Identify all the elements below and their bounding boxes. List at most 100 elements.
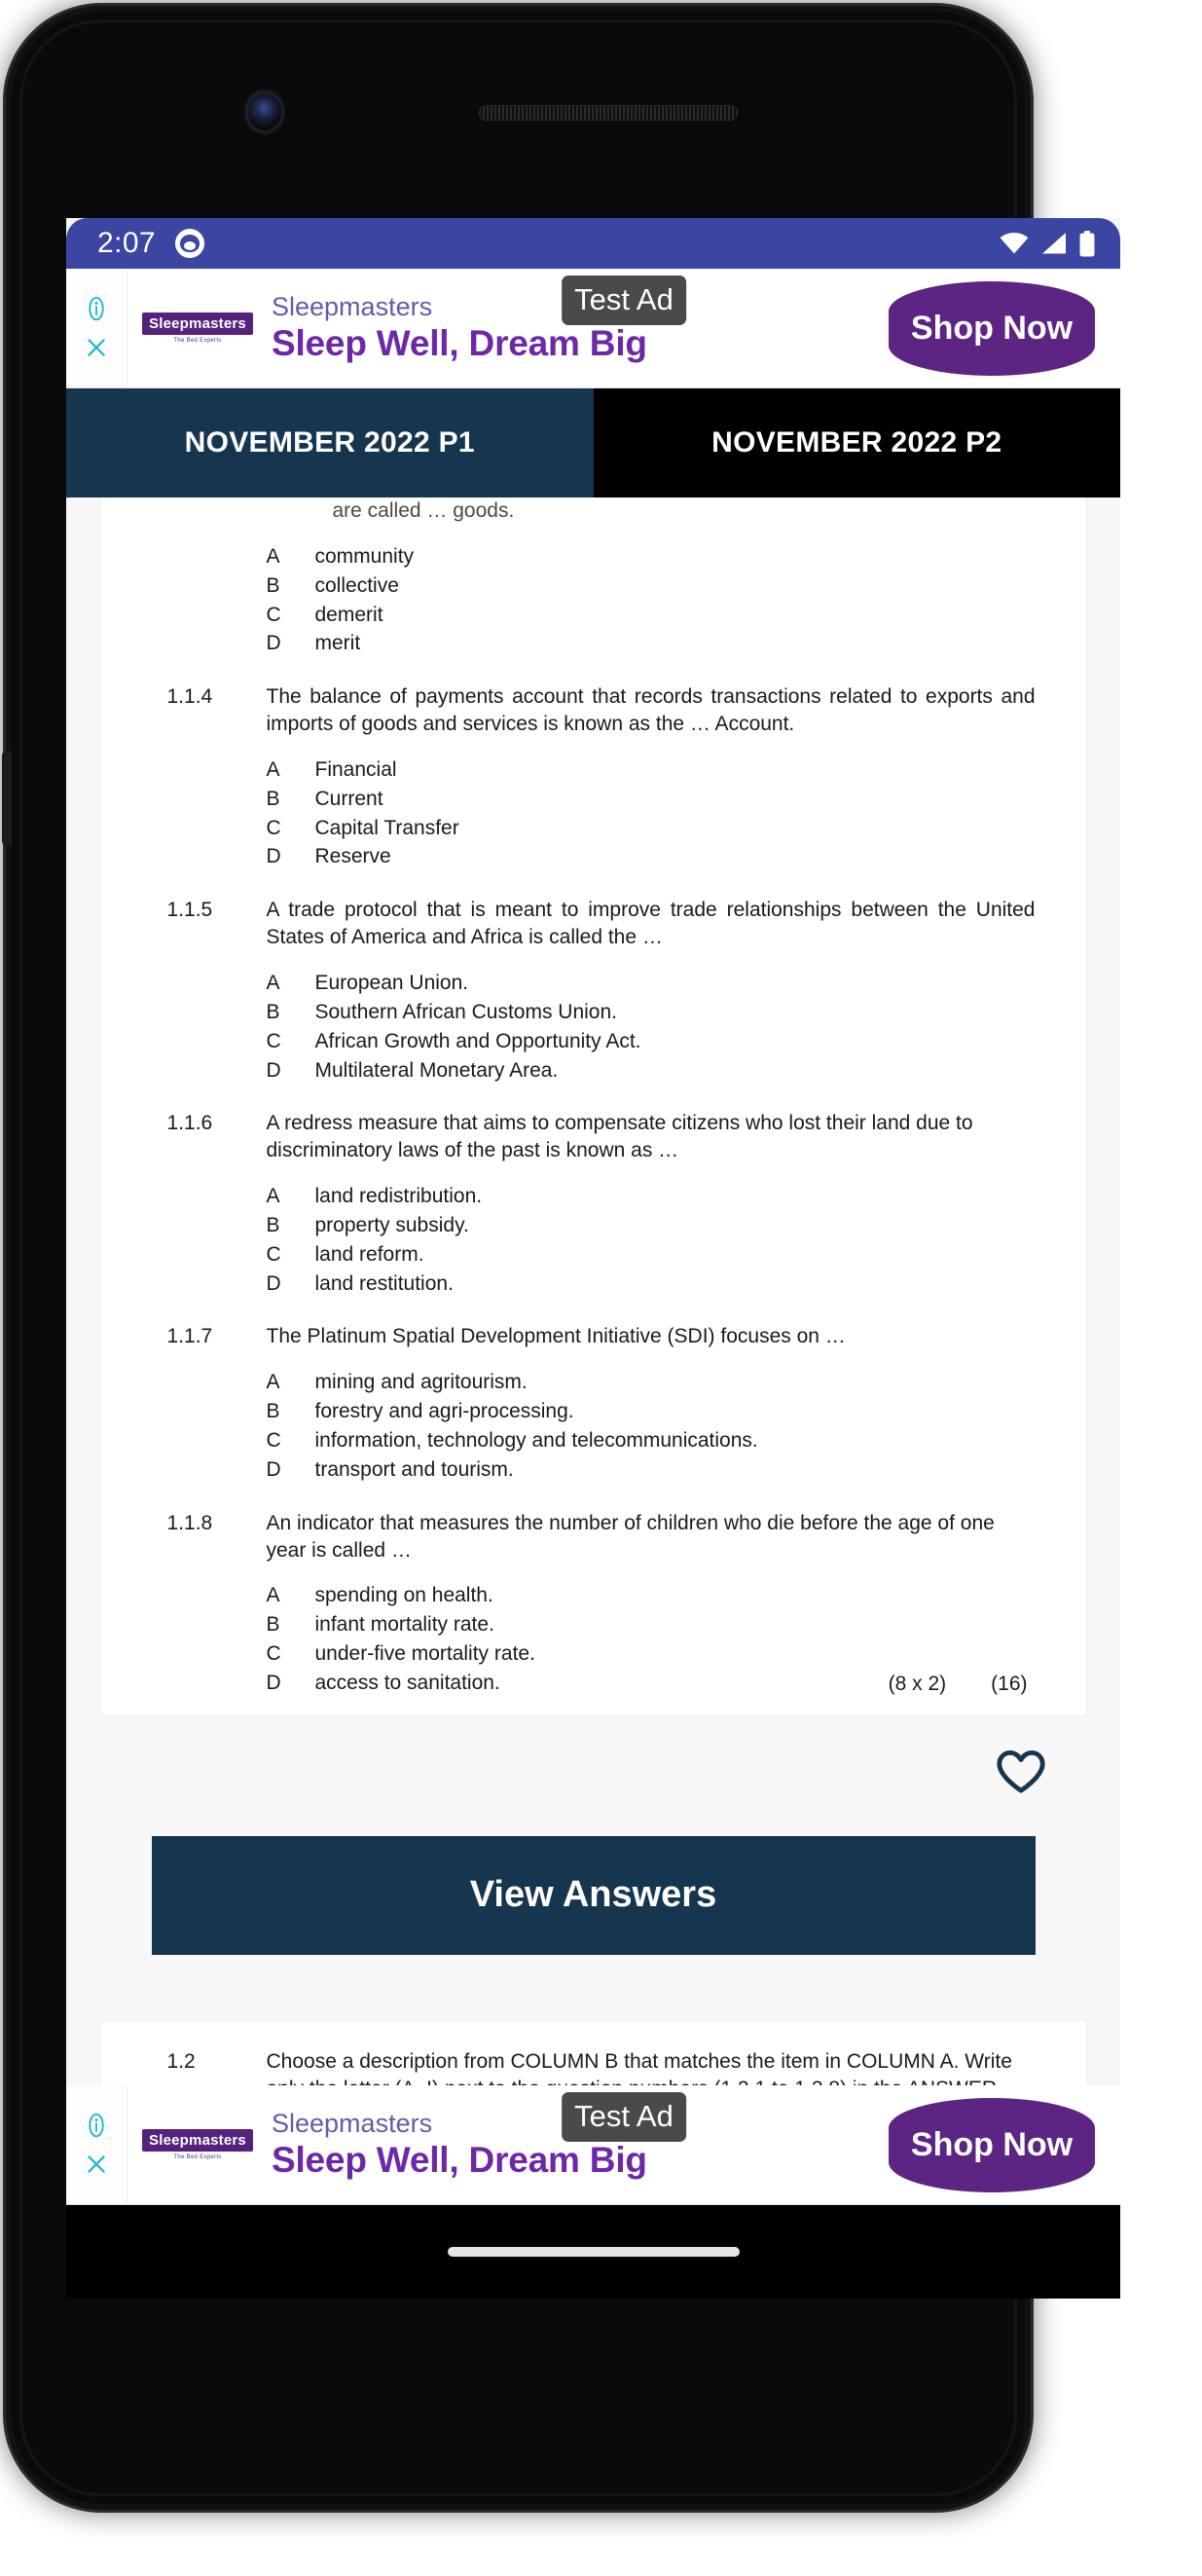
advertiser-logo-name: Sleepmasters <box>142 2129 253 2152</box>
exam-page-1-body: are called … goods. A community B collec… <box>100 497 1086 1715</box>
tab-november-2022-p1[interactable]: NOVEMBER 2022 P1 <box>66 388 594 497</box>
status-bar: 2:07 <box>66 218 1120 269</box>
phone-screen: 2:07 Sleepmasters The Bed Experts Sleepm… <box>66 218 1120 2299</box>
option-row: B infant mortality rate. <box>267 1610 1036 1639</box>
question-options: A community B collective C demerit D mer… <box>167 542 1036 658</box>
battery-icon <box>1079 230 1095 256</box>
advertiser-logo-tagline: The Bed Experts <box>173 338 222 344</box>
shop-now-button[interactable]: Shop Now <box>889 280 1095 376</box>
question-options: A Financial B Current C Capital Transfer <box>167 755 1036 871</box>
ad-controls <box>66 269 127 387</box>
front-camera-icon <box>248 93 281 130</box>
option-row: A Financial <box>267 755 1036 785</box>
clipped-question-line: are called … goods. <box>332 499 515 522</box>
option-letter: C <box>266 1429 281 1452</box>
question-number: 1.1.8 <box>166 1511 213 1534</box>
marks-total: (16) <box>991 1672 1028 1695</box>
option-row: D Multilateral Monetary Area. <box>267 1056 1036 1086</box>
option-row: B Current <box>267 785 1036 814</box>
option-row: D land restitution. <box>267 1270 1036 1299</box>
option-row: A land redistribution. <box>267 1182 1036 1211</box>
heart-outline-icon[interactable] <box>996 1748 1046 1795</box>
option-letter: D <box>266 1058 281 1082</box>
question-1-1-7: 1.1.7 The Platinum Spatial Development I… <box>167 1323 1036 1350</box>
option-letter: B <box>266 1400 280 1423</box>
shop-now-button[interactable]: Shop Now <box>889 2097 1095 2192</box>
question-options: A land redistribution. B property subsid… <box>167 1182 1036 1298</box>
option-text: mining and agritourism. <box>314 1371 528 1394</box>
view-answers-button[interactable]: View Answers <box>151 1835 1036 1955</box>
option-row: D Reserve <box>267 842 1036 871</box>
option-text: information, technology and telecommunic… <box>314 1429 758 1452</box>
option-text: land restitution. <box>314 1271 454 1295</box>
question-options: A mining and agritourism. B forestry and… <box>167 1368 1036 1484</box>
option-text: community <box>314 544 415 568</box>
question-number: 1.1.7 <box>166 1325 213 1348</box>
advertiser-logo-name: Sleepmasters <box>142 313 253 335</box>
option-letter: D <box>266 632 281 655</box>
option-text: land redistribution. <box>314 1185 483 1208</box>
question-1-1-5: 1.1.5 A trade protocol that is meant to … <box>167 897 1036 951</box>
option-text: infant mortality rate. <box>314 1613 494 1637</box>
left-side-button[interactable] <box>2 752 12 845</box>
option-text: forestry and agri-processing. <box>314 1400 574 1423</box>
close-icon[interactable] <box>84 335 109 360</box>
option-row: C demerit <box>267 601 1036 630</box>
paper-content-scroll[interactable]: are called … goods. A community B collec… <box>66 497 1120 2299</box>
option-letter: C <box>266 1029 281 1052</box>
ad-content[interactable]: Sleepmasters The Bed Experts Sleepmaster… <box>127 269 1120 387</box>
question-number: 1.1.6 <box>166 1112 213 1135</box>
option-row: B collective <box>267 571 1036 601</box>
advertiser-logo-tagline: The Bed Experts <box>173 2154 222 2160</box>
ad-controls <box>66 2085 127 2204</box>
option-letter: C <box>266 1642 281 1666</box>
option-letter: B <box>266 1613 280 1637</box>
favourite-row <box>66 1715 1120 1795</box>
option-letter: B <box>266 787 280 810</box>
question-text: A trade protocol that is meant to improv… <box>266 899 1036 949</box>
option-letter: A <box>266 1371 280 1394</box>
option-text: under-five mortality rate. <box>314 1642 535 1666</box>
option-letter: B <box>266 1214 280 1237</box>
option-text: European Union. <box>314 972 469 995</box>
option-row: B Southern African Customs Union. <box>267 998 1036 1027</box>
option-letter: C <box>266 603 281 626</box>
option-letter: A <box>266 544 280 568</box>
ad-content[interactable]: Sleepmasters The Bed Experts Sleepmaster… <box>127 2085 1120 2204</box>
option-row: A spending on health. <box>267 1581 1036 1610</box>
close-icon[interactable] <box>84 2152 109 2177</box>
option-row: C under-five mortality rate. <box>267 1639 1036 1669</box>
option-text: merit <box>314 632 361 655</box>
question-number: 1.1.5 <box>166 899 213 922</box>
exam-page-1: are called … goods. A community B collec… <box>100 497 1086 1715</box>
option-row: A European Union. <box>267 969 1036 998</box>
option-text: African Growth and Opportunity Act. <box>314 1029 641 1052</box>
option-row: A mining and agritourism. <box>267 1368 1036 1397</box>
question-1-1-8: 1.1.8 An indicator that measures the num… <box>167 1510 1036 1564</box>
info-icon[interactable] <box>84 2113 109 2138</box>
question-1-1-4: 1.1.4 The balance of payments account th… <box>167 683 1036 738</box>
option-row: C Capital Transfer <box>267 814 1036 843</box>
tab-november-2022-p2[interactable]: NOVEMBER 2022 P2 <box>593 388 1120 497</box>
option-text: demerit <box>314 603 383 626</box>
option-row: C African Growth and Opportunity Act. <box>267 1027 1036 1056</box>
ad-banner-top[interactable]: Sleepmasters The Bed Experts Sleepmaster… <box>66 269 1120 388</box>
earpiece-speaker <box>479 105 738 121</box>
info-icon[interactable] <box>84 296 109 321</box>
question-text: The balance of payments account that rec… <box>266 685 1036 736</box>
option-row: A community <box>267 542 1036 571</box>
option-letter: B <box>266 573 280 597</box>
option-letter: A <box>266 1185 280 1208</box>
option-letter: D <box>266 1457 281 1481</box>
option-letter: B <box>266 1000 280 1023</box>
option-row: C information, technology and telecommun… <box>267 1426 1036 1455</box>
option-text: land reform. <box>314 1242 424 1266</box>
home-gesture-bar[interactable] <box>447 2247 740 2257</box>
screenshot-stage: 2:07 Sleepmasters The Bed Experts Sleepm… <box>0 0 1202 2576</box>
ad-headline: Sleep Well, Dream Big <box>272 322 647 363</box>
option-letter: D <box>266 1271 281 1295</box>
test-ad-badge: Test Ad <box>562 2092 686 2142</box>
ad-banner-bottom[interactable]: Sleepmasters The Bed Experts Sleepmaster… <box>66 2085 1120 2205</box>
option-row: B forestry and agri-processing. <box>267 1397 1036 1426</box>
option-row: C land reform. <box>267 1240 1036 1270</box>
